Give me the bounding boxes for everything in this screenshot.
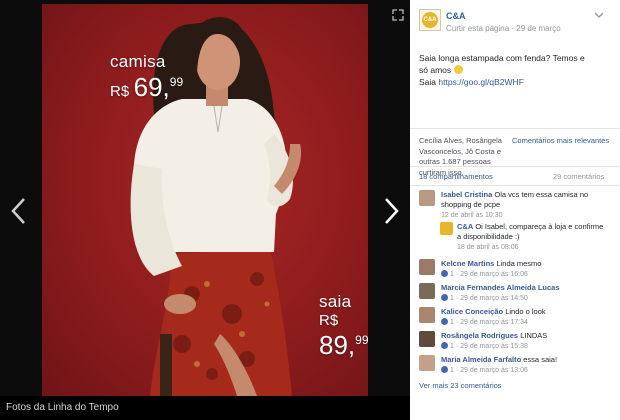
post-text-line1: Saia longa estampada com fenda? Temos e — [419, 53, 585, 63]
like-count[interactable]: 1 — [450, 271, 454, 278]
skirt-price-tag: saia R$ 89,99 — [319, 292, 368, 361]
skirt-currency: R$ — [319, 312, 339, 329]
like-icon — [441, 366, 448, 373]
next-photo-button[interactable] — [380, 196, 402, 226]
post-header: C&A C&A Curtir esta página · 29 de março — [410, 0, 620, 40]
post-text: Saia longa estampada com fenda? Temos e … — [419, 52, 611, 88]
comment-author[interactable]: Isabel Cristina — [441, 190, 492, 199]
comment-author[interactable]: Maria Almeida Farfalto — [441, 355, 521, 364]
shirt-label: camisa — [110, 52, 166, 71]
post-text-line2: só amos — [419, 65, 454, 75]
like-icon — [441, 342, 448, 349]
comment-author[interactable]: Kelcne Martins — [441, 259, 494, 268]
comment-sort-dropdown[interactable]: Comentários mais relevantes — [512, 136, 609, 145]
reply-meta: 18 de abril às 08:06 — [457, 244, 519, 251]
like-icon — [441, 318, 448, 325]
avatar[interactable] — [419, 283, 435, 299]
page-logo-text: C&A — [422, 12, 438, 28]
counts-row: 18 compartilhamentos 29 comentários — [410, 166, 620, 186]
like-count[interactable]: 1 — [450, 367, 454, 374]
avatar[interactable] — [419, 307, 435, 323]
caption-bar: Fotos da Linha do Tempo — [0, 396, 410, 420]
page-reply-avatar[interactable] — [440, 222, 453, 235]
shares-count[interactable]: 18 compartilhamentos — [419, 172, 493, 181]
shirt-currency: R$ — [110, 83, 130, 100]
comment-meta: 1 · 29 de março às 13:06 — [441, 366, 611, 376]
chevron-left-icon — [11, 198, 25, 224]
page-avatar[interactable]: C&A — [419, 9, 441, 31]
post-panel: C&A C&A Curtir esta página · 29 de março… — [410, 0, 620, 420]
skirt-cents: 99 — [355, 333, 368, 347]
chevron-down-icon[interactable] — [594, 11, 604, 19]
like-icon — [441, 270, 448, 277]
comment-text: Lindo o look — [505, 307, 546, 316]
like-count[interactable]: 1 — [450, 319, 454, 326]
chevron-right-icon — [385, 198, 399, 224]
shirt-cents: 99 — [169, 75, 184, 89]
post-link[interactable]: https://goo.gl/qB2WHF — [438, 77, 524, 87]
post-subtitle: Curtir esta página · 29 de março — [446, 24, 561, 33]
reply-author[interactable]: C&A — [457, 222, 473, 231]
comment-time: 29 de março às 14:50 — [460, 295, 528, 302]
avatar[interactable] — [419, 259, 435, 275]
comment-time: 29 de março às 16:06 — [460, 271, 528, 278]
comment-author[interactable]: Rosângela Rodrigues — [441, 331, 518, 340]
comment-time: 29 de março às 17:34 — [460, 319, 528, 326]
reactions-row: Cecília Alves, Rosângela Vasconcelos, Jô… — [410, 128, 620, 177]
shirt-price-tag: camisa R$ 69,99 — [110, 52, 183, 103]
skirt-label: saia — [319, 292, 352, 311]
album-caption[interactable]: Fotos da Linha do Tempo — [6, 402, 119, 413]
smile-icon — [453, 65, 463, 74]
post-text-line3: Saia — [419, 77, 439, 87]
photo-viewer: camisa R$ 69,99 saia R$ 89,99 Fotos da L… — [0, 0, 410, 420]
comment-time: 29 de março às 13:06 — [460, 367, 528, 374]
comment-meta: 1 · 29 de março às 15:38 — [441, 342, 611, 352]
comments-count[interactable]: 29 comentários — [553, 172, 604, 181]
comment-author[interactable]: Kalice Conceição — [441, 307, 503, 316]
comment-text: Linda mesmo — [496, 259, 542, 268]
skirt-price: 89, — [319, 330, 356, 360]
product-photo[interactable]: camisa R$ 69,99 saia R$ 89,99 — [42, 4, 368, 396]
like-icon — [441, 294, 448, 301]
view-more-comments-link[interactable]: Ver mais 23 comentários — [419, 381, 502, 390]
shirt-price: 69, — [133, 72, 170, 102]
reply-text: Oi Isabel, compareça à loja e confirme a… — [457, 222, 604, 241]
previous-photo-button[interactable] — [8, 196, 30, 226]
comment-meta: 1 · 29 de março às 17:34 — [441, 318, 611, 328]
comment-meta: 12 de abril às 10:30 — [441, 212, 503, 219]
avatar[interactable] — [419, 331, 435, 347]
comment-text: essa saia! — [523, 355, 558, 364]
avatar[interactable] — [419, 190, 435, 206]
comment-time: 29 de março às 15:38 — [460, 343, 528, 350]
comment-author[interactable]: Marcia Fernandes Almeida Lucas — [441, 283, 560, 292]
comment-meta: 1 · 29 de março às 16:06 — [441, 270, 611, 280]
like-count[interactable]: 1 — [450, 343, 454, 350]
comment-text: LINDAS — [520, 331, 548, 340]
comment-meta: 1 · 29 de março às 14:50 — [441, 294, 611, 304]
like-count[interactable]: 1 — [450, 295, 454, 302]
page-name[interactable]: C&A — [446, 11, 466, 21]
expand-icon[interactable] — [392, 9, 404, 21]
avatar[interactable] — [419, 355, 435, 371]
